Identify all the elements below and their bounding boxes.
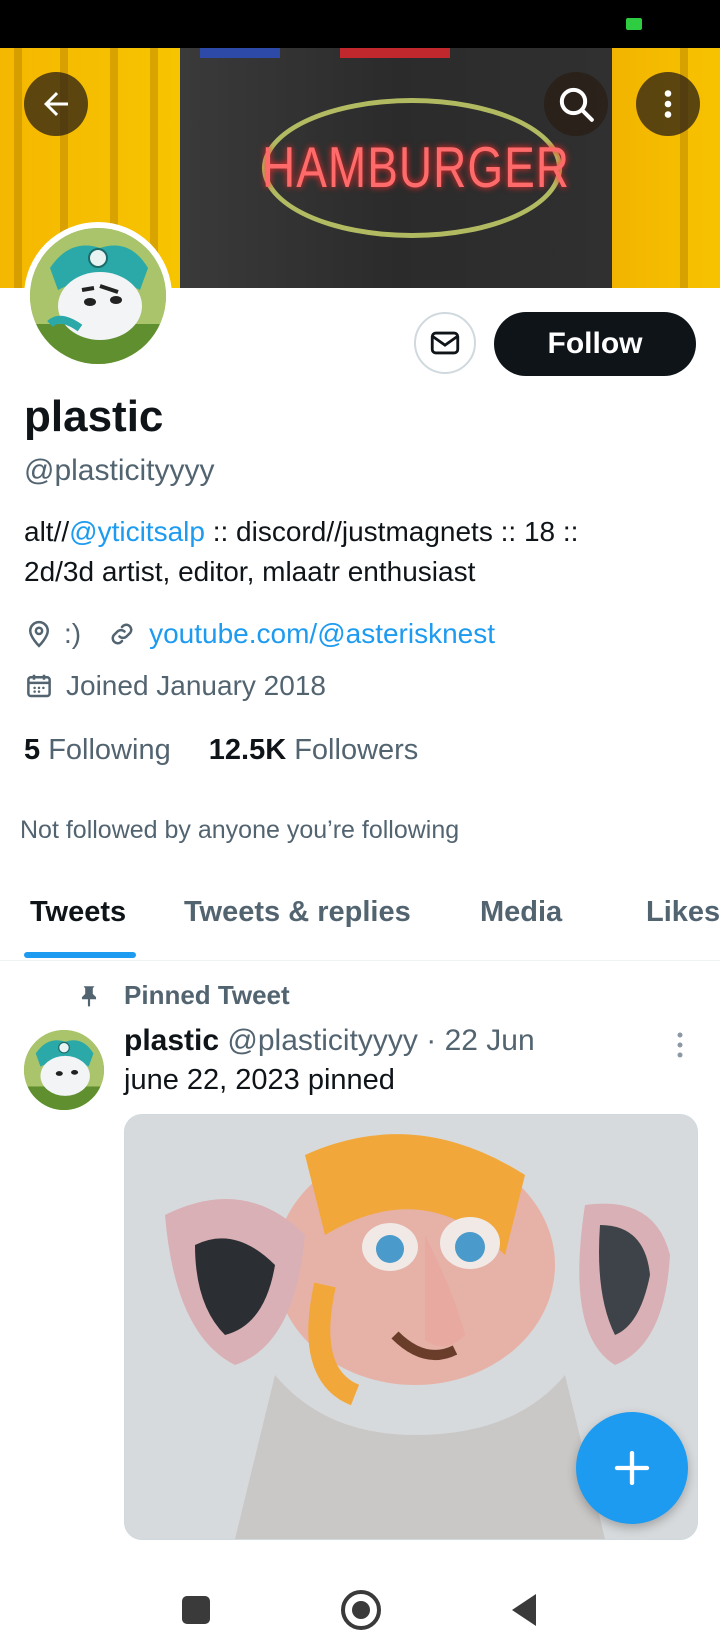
system-navigation-bar <box>0 1560 720 1650</box>
bio-prefix: alt// <box>24 516 70 547</box>
followers-link[interactable]: 12.5K Followers <box>209 734 419 766</box>
profile-website-link[interactable]: youtube.com/@asterisknest <box>149 618 495 650</box>
compose-tweet-button[interactable] <box>576 1412 688 1524</box>
profile-avatar[interactable] <box>24 222 172 370</box>
tab-tweets[interactable]: Tweets <box>30 896 126 929</box>
followers-label: Followers <box>294 734 419 766</box>
search-button[interactable] <box>544 72 608 136</box>
pin-icon <box>81 985 97 1007</box>
neon-sign-text: HAMBURGER <box>262 134 571 200</box>
plus-icon <box>614 1450 650 1486</box>
tweet-more-button[interactable] <box>672 1030 688 1065</box>
profile-handle: @plasticityyyy <box>24 454 215 487</box>
followers-count: 12.5K <box>208 734 287 766</box>
more-vertical-icon <box>677 1032 683 1058</box>
back-nav-button[interactable] <box>508 1592 540 1628</box>
back-button[interactable] <box>24 72 88 136</box>
profile-tabs: Tweets Tweets & replies Media Likes <box>0 872 720 961</box>
follow-button[interactable]: Follow <box>494 312 696 376</box>
more-options-button[interactable] <box>636 72 700 136</box>
arrow-left-icon <box>44 92 68 116</box>
tab-likes[interactable]: Likes <box>646 896 720 929</box>
not-followed-notice: Not followed by anyone you’re following <box>20 816 460 844</box>
location-pin-icon <box>28 620 50 648</box>
tweet-author-avatar[interactable] <box>24 1030 104 1110</box>
tweet-date[interactable]: 22 Jun <box>445 1024 535 1057</box>
search-icon <box>559 87 594 122</box>
pinned-tweet-label: Pinned Tweet <box>76 980 290 1011</box>
bio-rest-line1: :: discord//justmagnets :: 18 :: <box>204 516 579 547</box>
message-button[interactable] <box>414 312 476 374</box>
tweet-header: plastic @plasticityyyy · 22 Jun <box>124 1024 535 1058</box>
home-button[interactable] <box>341 1590 381 1630</box>
tweet-author-name[interactable]: plastic <box>124 1024 219 1057</box>
profile-bio: alt//@yticitsalp :: discord//justmagnets… <box>24 512 696 592</box>
profile-joined-date: Joined January 2018 <box>66 670 326 701</box>
following-label: Following <box>48 734 171 766</box>
profile-display-name: plastic <box>24 392 164 441</box>
following-count: 5 <box>24 734 41 766</box>
battery-icon <box>626 18 642 30</box>
following-link[interactable]: 5 Following <box>24 734 171 766</box>
profile-counts: 5 Following 12.5K Followers <box>24 734 418 767</box>
profile-joined-row: Joined January 2018 <box>24 670 326 702</box>
pinned-tweet-text: Pinned Tweet <box>124 980 290 1010</box>
status-bar <box>0 0 720 48</box>
profile-location: :) <box>64 618 82 649</box>
tweet-author-handle: @plasticityyyy <box>227 1024 418 1057</box>
bio-mention-link[interactable]: @yticitsalp <box>69 516 205 547</box>
tweet-separator: · <box>426 1024 437 1057</box>
profile-meta-row: :) youtube.com/@asterisknest <box>24 618 495 650</box>
envelope-icon <box>430 331 460 355</box>
recents-button[interactable] <box>182 1596 210 1624</box>
calendar-icon <box>27 674 51 698</box>
bio-line2: 2d/3d artist, editor, mlaatr enthusiast <box>24 556 476 587</box>
tab-tweets-and-replies[interactable]: Tweets & replies <box>184 896 411 929</box>
link-icon <box>111 623 133 645</box>
tweet-text: june 22, 2023 pinned <box>124 1064 395 1096</box>
avatar-image <box>30 228 166 364</box>
more-vertical-icon <box>664 90 672 118</box>
avatar-image <box>24 1030 104 1110</box>
tab-media[interactable]: Media <box>480 896 562 929</box>
active-tab-indicator <box>24 952 136 958</box>
home-dot-icon <box>352 1601 370 1619</box>
